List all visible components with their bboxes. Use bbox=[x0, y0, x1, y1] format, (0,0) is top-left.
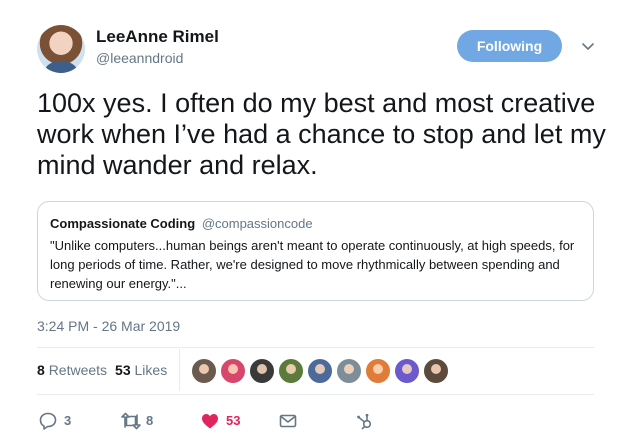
user-handle[interactable]: @leeanndroid bbox=[96, 50, 183, 66]
retweets-count: 8 bbox=[37, 362, 45, 378]
likes-count: 53 bbox=[115, 362, 131, 378]
reply-icon bbox=[39, 412, 57, 430]
reply-count: 3 bbox=[64, 413, 72, 428]
quoted-tweet-name: Compassionate Coding bbox=[50, 216, 196, 231]
engagement-stats: 8 Retweets 53 Likes bbox=[37, 362, 167, 378]
user-avatar[interactable] bbox=[37, 25, 85, 73]
heart-icon bbox=[202, 414, 218, 429]
liker-avatar[interactable] bbox=[220, 358, 246, 384]
quoted-tweet[interactable]: Compassionate Coding @compassioncode "Un… bbox=[37, 201, 594, 301]
likes-stat[interactable]: 53 Likes bbox=[115, 362, 167, 378]
hubspot-icon bbox=[357, 413, 372, 430]
quoted-tweet-handle: @compassioncode bbox=[201, 216, 313, 231]
retweet-button[interactable]: 8 bbox=[120, 410, 164, 432]
likes-label: Likes bbox=[134, 362, 168, 378]
retweets-stat[interactable]: 8 Retweets bbox=[37, 362, 107, 378]
liker-avatar[interactable] bbox=[365, 358, 391, 384]
like-button[interactable]: 53 bbox=[200, 410, 248, 432]
liker-avatar[interactable] bbox=[249, 358, 275, 384]
quoted-tweet-header: Compassionate Coding @compassioncode bbox=[50, 216, 313, 231]
avatar-shirt bbox=[45, 61, 77, 73]
tweet-timestamp[interactable]: 3:24 PM - 26 Mar 2019 bbox=[37, 318, 180, 334]
envelope-icon bbox=[279, 414, 297, 428]
retweets-label: Retweets bbox=[48, 362, 108, 378]
stats-separator bbox=[179, 349, 180, 391]
liker-avatar[interactable] bbox=[336, 358, 362, 384]
display-name[interactable]: LeeAnne Rimel bbox=[96, 27, 219, 47]
liker-avatar[interactable] bbox=[278, 358, 304, 384]
divider-top bbox=[37, 347, 594, 348]
direct-message-button[interactable] bbox=[278, 410, 300, 432]
following-button[interactable]: Following bbox=[457, 30, 562, 62]
tweet-text: 100x yes. I often do my best and most cr… bbox=[37, 88, 606, 180]
liker-avatar[interactable] bbox=[394, 358, 420, 384]
retweet-count: 8 bbox=[146, 413, 154, 428]
like-count: 53 bbox=[226, 413, 241, 428]
tweet-card: LeeAnne Rimel @leeanndroid Following 100… bbox=[0, 0, 631, 445]
liker-avatar[interactable] bbox=[423, 358, 449, 384]
chevron-down-icon[interactable] bbox=[580, 38, 596, 54]
retweet-icon bbox=[121, 412, 141, 430]
quoted-tweet-text: "Unlike computers...human beings aren't … bbox=[50, 238, 575, 291]
liker-avatar[interactable] bbox=[307, 358, 333, 384]
liker-avatar[interactable] bbox=[191, 358, 217, 384]
analytics-button[interactable] bbox=[355, 410, 377, 432]
divider-bottom bbox=[37, 394, 594, 395]
reply-button[interactable]: 3 bbox=[38, 410, 78, 432]
